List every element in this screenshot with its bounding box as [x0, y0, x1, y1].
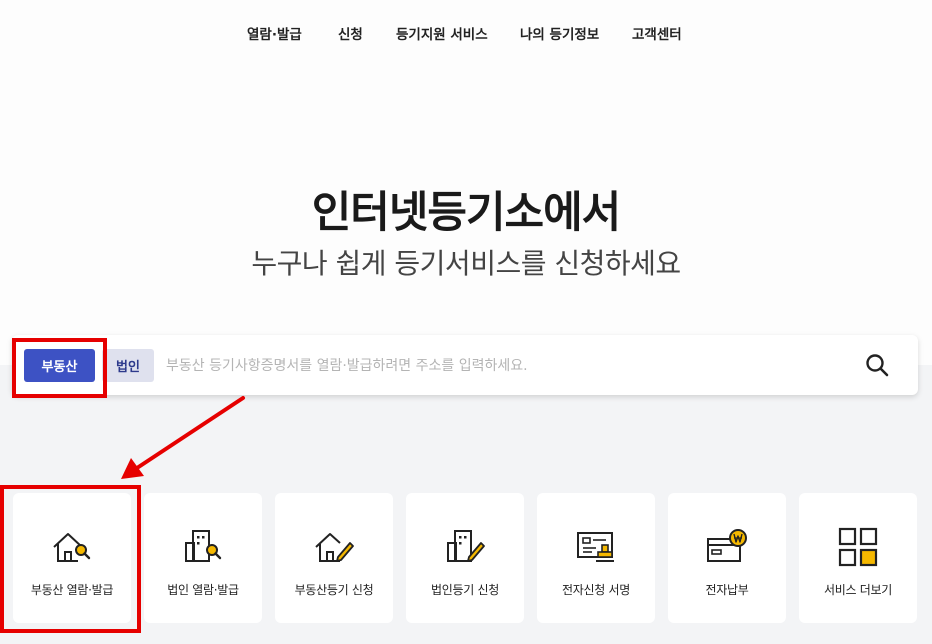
service-card-corp-apply[interactable]: 법인등기 신청 — [406, 493, 524, 623]
service-card-e-payment[interactable]: 전자납부 — [668, 493, 786, 623]
annotation-highlight-card — [0, 485, 141, 633]
global-nav: 열람·발급 신청 등기지원 서비스 나의 등기정보 고객센터 — [0, 0, 932, 64]
service-card-more-services[interactable]: 서비스 더보기 — [799, 493, 917, 623]
search-box: 부동산 법인 — [12, 335, 918, 395]
nav-my-registry-info[interactable]: 나의 등기정보 — [520, 23, 599, 43]
card-won-icon — [707, 529, 747, 562]
tab-corporation[interactable]: 법인 — [102, 349, 154, 382]
document-stamp-icon — [577, 532, 614, 562]
service-card-e-signature[interactable]: 전자신청 서명 — [537, 493, 655, 623]
nav-customer-center[interactable]: 고객센터 — [632, 23, 682, 43]
grid-more-icon — [838, 527, 878, 567]
search-button[interactable] — [862, 350, 894, 382]
service-label: 서비스 더보기 — [824, 583, 892, 597]
nav-support-services[interactable]: 등기지원 서비스 — [396, 23, 488, 43]
annotation-highlight-tab — [12, 338, 107, 398]
annotation-arrow-icon — [121, 396, 245, 479]
hero-subtitle: 누구나 쉽게 등기서비스를 신청하세요 — [251, 247, 681, 280]
service-card-real-estate-apply[interactable]: 부동산등기 신청 — [275, 493, 393, 623]
search-icon — [866, 354, 889, 377]
service-label: 전자신청 서명 — [562, 583, 630, 597]
service-label: 전자납부 — [705, 583, 749, 597]
hero-title: 인터넷등기소에서 — [311, 188, 621, 238]
nav-view-issue[interactable]: 열람·발급 — [247, 23, 302, 43]
nav-apply[interactable]: 신청 — [338, 23, 363, 43]
service-label: 법인 열람·발급 — [167, 583, 239, 597]
address-search-input[interactable] — [162, 349, 850, 382]
building-search-icon — [185, 530, 222, 562]
service-card-corp-view[interactable]: 법인 열람·발급 — [144, 493, 262, 623]
service-label: 법인등기 신청 — [431, 583, 499, 597]
service-label: 부동산등기 신청 — [294, 583, 374, 597]
building-pen-icon — [447, 530, 485, 562]
house-pen-icon — [315, 533, 354, 562]
